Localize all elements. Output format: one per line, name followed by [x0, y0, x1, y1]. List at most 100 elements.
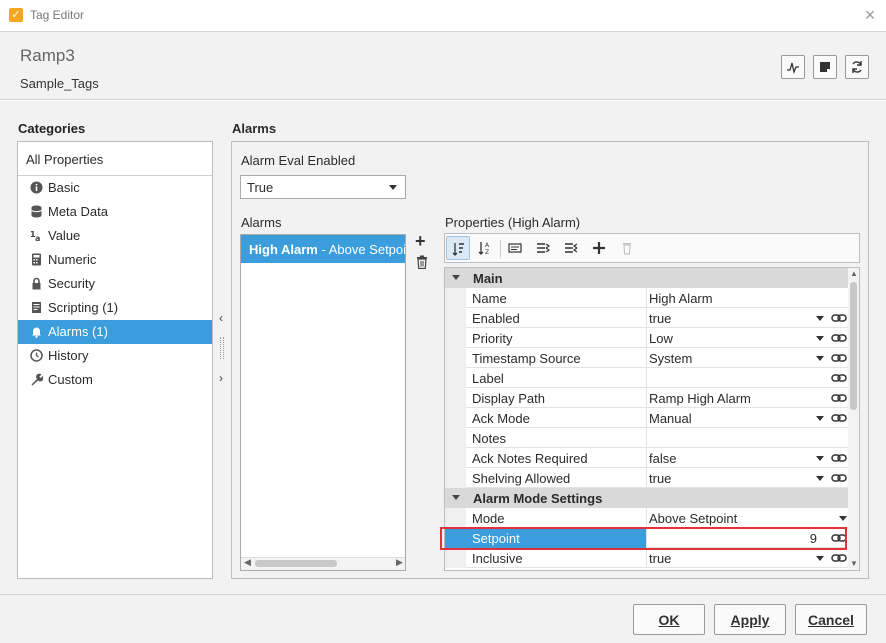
close-icon[interactable]: × [860, 4, 880, 26]
group-alarm-mode-settings[interactable]: Alarm Mode Settings [445, 488, 848, 508]
scroll-down-icon[interactable]: ▼ [850, 559, 858, 568]
property-row-label[interactable]: Label [445, 368, 848, 388]
dropdown-arrow-icon[interactable] [816, 456, 824, 461]
dropdown-arrow-icon[interactable] [816, 336, 824, 341]
note-button[interactable] [813, 55, 837, 79]
binding-link-icon[interactable] [831, 312, 847, 324]
sort-categorized-button[interactable] [446, 236, 470, 260]
scrollbar-thumb[interactable] [255, 560, 337, 567]
dropdown-arrow-icon[interactable] [816, 556, 824, 561]
collapse-triangle-icon[interactable] [452, 275, 460, 280]
sort-alpha-button[interactable]: AZ [473, 236, 497, 260]
category-history[interactable]: History [18, 344, 212, 368]
scroll-left-icon[interactable]: ◀ [244, 557, 251, 568]
binding-link-icon[interactable] [831, 412, 847, 424]
collapse-triangle-icon[interactable] [452, 495, 460, 500]
property-row-inclusive[interactable]: Inclusive true [445, 548, 848, 568]
category-basic[interactable]: Basic [18, 176, 212, 200]
trash-icon [623, 243, 631, 255]
group-label: Alarm Mode Settings [473, 491, 603, 506]
property-row-ack-notes-required[interactable]: Ack Notes Required false [445, 448, 848, 468]
property-value[interactable]: false [647, 448, 823, 468]
window-title: Tag Editor [30, 8, 85, 22]
scrollbar-thumb[interactable] [850, 282, 857, 410]
collapse-all-button[interactable] [559, 236, 583, 260]
svg-text:A: A [485, 242, 490, 249]
alarm-detail: - Above Setpoint [321, 242, 405, 257]
trash-icon[interactable] [416, 255, 428, 269]
category-label: Security [48, 276, 95, 291]
category-label: Value [48, 228, 81, 243]
binding-link-icon[interactable] [831, 352, 847, 364]
dropdown-arrow-icon[interactable] [816, 416, 824, 421]
property-value[interactable]: true [647, 468, 823, 488]
wrench-icon [31, 373, 43, 386]
add-alarm-button[interactable]: + [415, 231, 426, 252]
binding-link-icon[interactable] [831, 372, 847, 384]
property-row-display-path[interactable]: Display Path Ramp High Alarm [445, 388, 848, 408]
dropdown-arrow-icon[interactable] [839, 516, 847, 521]
ok-button[interactable]: OK [633, 604, 705, 635]
all-properties-item[interactable]: All Properties [18, 142, 212, 176]
binding-link-icon[interactable] [831, 552, 847, 564]
refresh-button[interactable] [845, 55, 869, 79]
property-row-enabled[interactable]: Enabled true [445, 308, 848, 328]
category-meta-data[interactable]: Meta Data [18, 200, 212, 224]
cancel-button[interactable]: Cancel [795, 604, 867, 635]
category-custom[interactable]: Custom [18, 368, 212, 392]
property-value[interactable]: Ramp High Alarm [647, 388, 823, 408]
calculator-icon [32, 253, 41, 266]
property-name: Mode [466, 508, 647, 528]
property-row-shelving-allowed[interactable]: Shelving Allowed true [445, 468, 848, 488]
group-main[interactable]: Main [445, 268, 848, 288]
property-value[interactable]: Manual [647, 408, 823, 428]
property-value[interactable]: Above Setpoint [647, 508, 823, 528]
category-value[interactable]: 1a Value [18, 224, 212, 248]
property-name: Ack Mode [466, 408, 647, 428]
property-row-priority[interactable]: Priority Low [445, 328, 848, 348]
category-scripting[interactable]: Scripting (1) [18, 296, 212, 320]
alarm-eval-select[interactable]: True [240, 175, 406, 199]
splitter-grip[interactable] [220, 337, 224, 359]
description-button[interactable] [503, 236, 527, 260]
alarms-title: Alarms [232, 121, 277, 136]
property-row-notes[interactable]: Notes [445, 428, 848, 448]
add-property-button[interactable] [587, 236, 611, 260]
property-row-mode[interactable]: Mode Above Setpoint [445, 508, 848, 528]
scroll-up-icon[interactable]: ▲ [850, 269, 858, 278]
apply-button[interactable]: Apply [714, 604, 786, 635]
expand-all-button[interactable] [531, 236, 555, 260]
property-name: Priority [466, 328, 647, 348]
category-label: Basic [48, 180, 80, 195]
binding-link-icon[interactable] [831, 332, 847, 344]
dropdown-arrow-icon[interactable] [816, 316, 824, 321]
property-value[interactable]: true [647, 548, 823, 568]
property-value[interactable] [647, 368, 823, 388]
property-value[interactable]: true [647, 308, 823, 328]
dropdown-arrow-icon[interactable] [816, 356, 824, 361]
property-row-timestamp-source[interactable]: Timestamp Source System [445, 348, 848, 368]
collapse-left-icon[interactable]: ‹ [219, 311, 223, 325]
binding-link-icon[interactable] [831, 472, 847, 484]
binding-link-icon[interactable] [831, 392, 847, 404]
expand-right-icon[interactable]: › [219, 371, 223, 385]
property-row-ack-mode[interactable]: Ack Mode Manual [445, 408, 848, 428]
property-value[interactable]: System [647, 348, 823, 368]
category-alarms[interactable]: Alarms (1) [18, 320, 212, 344]
property-value[interactable] [647, 428, 823, 448]
property-value[interactable]: High Alarm [647, 288, 823, 308]
trend-button[interactable] [781, 55, 805, 79]
property-name: Name [466, 288, 647, 308]
scroll-right-icon[interactable]: ▶ [396, 557, 403, 568]
property-value[interactable]: Low [647, 328, 823, 348]
category-numeric[interactable]: Numeric [18, 248, 212, 272]
binding-link-icon[interactable] [831, 452, 847, 464]
category-security[interactable]: Security [18, 272, 212, 296]
value-icon: 1a [30, 230, 40, 242]
dropdown-arrow-icon[interactable] [816, 476, 824, 481]
group-label: Main [473, 271, 503, 286]
property-row-name[interactable]: Name High Alarm [445, 288, 848, 308]
expand-all-icon [537, 243, 550, 253]
delete-property-button[interactable] [615, 236, 639, 260]
alarm-list-item[interactable]: High Alarm - Above Setpoint [241, 235, 405, 263]
